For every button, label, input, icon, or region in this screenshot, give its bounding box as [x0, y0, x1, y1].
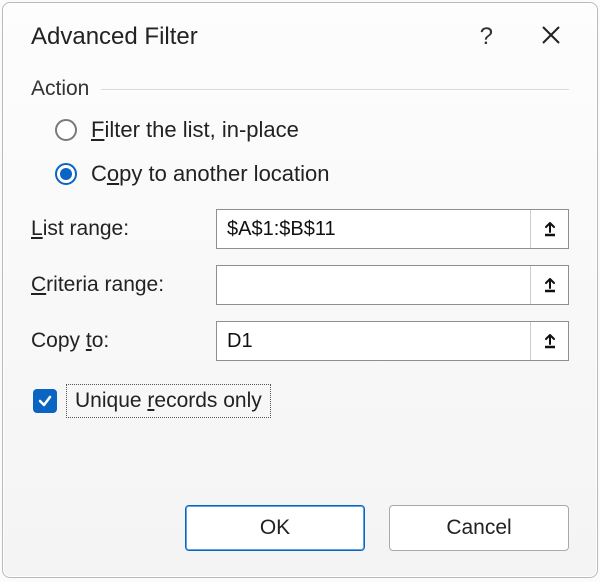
list-range-input[interactable] [217, 210, 530, 248]
dialog-content: Action Filter the list, in-place Copy to… [3, 61, 597, 505]
titlebar: Advanced Filter ? [3, 3, 597, 61]
collapse-dialog-icon[interactable] [530, 210, 568, 248]
copy-to-input[interactable] [217, 322, 530, 360]
criteria-range-input[interactable] [217, 266, 530, 304]
unique-records-row: Unique records only [31, 387, 569, 415]
unique-records-checkbox[interactable] [33, 389, 57, 413]
form-rows: List range: Criteria range: [31, 209, 569, 361]
dialog-title: Advanced Filter [31, 23, 480, 51]
help-icon[interactable]: ? [480, 25, 493, 49]
list-range-row: List range: [31, 209, 569, 249]
action-group-label: Action [31, 77, 89, 101]
criteria-range-label: Criteria range: [31, 273, 216, 297]
collapse-dialog-icon[interactable] [530, 322, 568, 360]
list-range-input-wrap [216, 209, 569, 249]
cancel-button[interactable]: Cancel [389, 505, 569, 551]
radio-filter-in-place-label: Filter the list, in-place [91, 117, 299, 143]
action-group-header: Action [31, 77, 569, 101]
group-divider [101, 89, 569, 90]
radio-unchecked-icon [55, 119, 77, 141]
criteria-range-row: Criteria range: [31, 265, 569, 305]
collapse-dialog-icon[interactable] [530, 266, 568, 304]
list-range-label: List range: [31, 217, 216, 241]
radio-copy-to-location[interactable]: Copy to another location [55, 161, 569, 187]
advanced-filter-dialog: Advanced Filter ? Action Filter the list… [2, 2, 598, 578]
dialog-button-row: OK Cancel [3, 505, 597, 577]
copy-to-row: Copy to: [31, 321, 569, 361]
action-radio-group: Filter the list, in-place Copy to anothe… [31, 117, 569, 187]
copy-to-label: Copy to: [31, 329, 216, 353]
titlebar-icons: ? [480, 25, 569, 49]
ok-button[interactable]: OK [185, 505, 365, 551]
close-icon[interactable] [541, 25, 561, 49]
radio-copy-to-location-label: Copy to another location [91, 161, 330, 187]
unique-records-label: Unique records only [69, 387, 268, 415]
radio-filter-in-place[interactable]: Filter the list, in-place [55, 117, 569, 143]
radio-checked-icon [55, 163, 77, 185]
copy-to-input-wrap [216, 321, 569, 361]
criteria-range-input-wrap [216, 265, 569, 305]
